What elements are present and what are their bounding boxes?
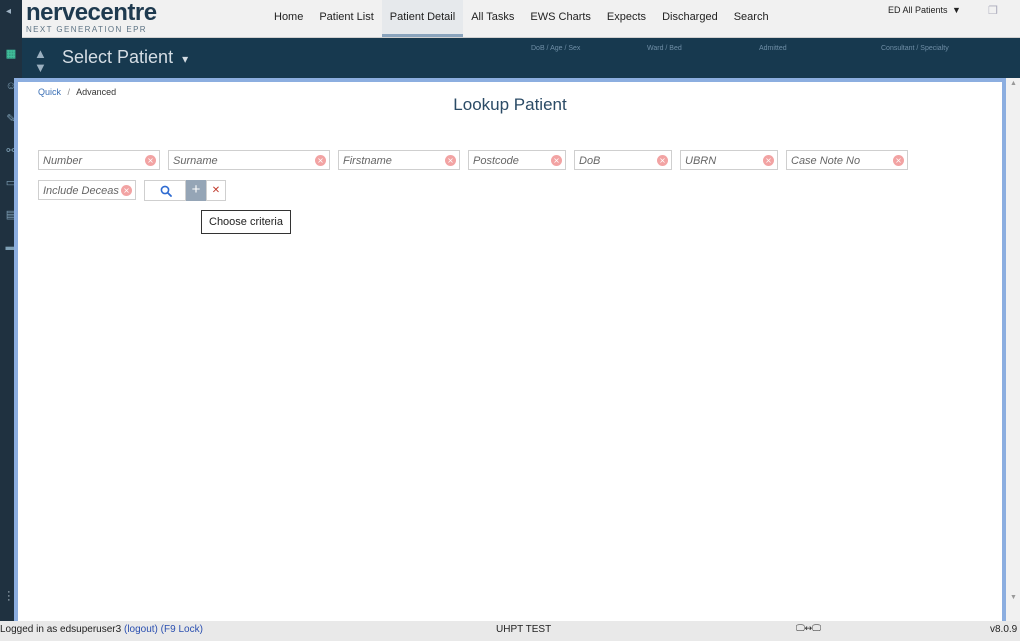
patient-header-bar: ▲ ▼ Select Patient ▾ DoB / Age / Sex Ward… — [22, 38, 1020, 78]
add-criteria-button[interactable]: + — [186, 180, 206, 201]
top-navigation-bar: nervecentre NEXT GENERATION EPR Home Pat… — [22, 0, 1020, 38]
collapse-sidebar-icon[interactable]: ◂ — [6, 6, 11, 17]
chevron-down-icon: ▾ — [182, 52, 189, 66]
nav-expects[interactable]: Expects — [599, 0, 654, 37]
case-note-no-field: × — [786, 150, 908, 170]
clear-include-deceased-icon[interactable]: × — [121, 185, 132, 196]
app-logo: nervecentre NEXT GENERATION EPR — [26, 0, 157, 35]
version-label: v8.0.9 — [990, 624, 1018, 635]
clear-case-note-no-icon[interactable]: × — [893, 155, 904, 166]
surname-input[interactable] — [169, 152, 329, 170]
case-note-no-input[interactable] — [787, 152, 907, 170]
nav-search[interactable]: Search — [726, 0, 777, 37]
firstname-field: × — [338, 150, 460, 170]
login-status: Logged in as edsuperuser3 (logout) (F9 L… — [0, 624, 203, 635]
include-deceased-field: × — [38, 180, 136, 200]
search-button[interactable] — [144, 180, 186, 201]
choose-criteria-tooltip: Choose criteria — [201, 210, 291, 234]
number-input[interactable] — [39, 152, 159, 170]
postcode-field: × — [468, 150, 566, 170]
nav-patient-detail[interactable]: Patient Detail — [381, 0, 464, 37]
dob-field: × — [574, 150, 672, 170]
dual-screen-icon[interactable]: 🖵↔🖵 — [796, 624, 821, 634]
brand-tagline: NEXT GENERATION EPR — [26, 25, 147, 34]
clear-ubrn-icon[interactable]: × — [763, 155, 774, 166]
clear-number-icon[interactable]: × — [145, 155, 156, 166]
surname-field: × — [168, 150, 330, 170]
number-field: × — [38, 150, 160, 170]
nav-patient-list[interactable]: Patient List — [311, 0, 381, 37]
nav-home[interactable]: Home — [266, 0, 311, 37]
select-patient-label: Select Patient — [62, 47, 174, 67]
environment-label: UHPT TEST — [496, 624, 552, 635]
status-footer: Logged in as edsuperuser3 (logout) (F9 L… — [0, 621, 1020, 641]
column-ward-bed: Ward / Bed — [647, 45, 682, 52]
nav-ews-charts[interactable]: EWS Charts — [522, 0, 599, 37]
column-admitted: Admitted — [759, 45, 787, 52]
nav-all-tasks[interactable]: All Tasks — [463, 0, 522, 37]
patient-nav-arrows[interactable]: ▲ ▼ — [34, 47, 47, 75]
vertical-scrollbar[interactable]: ▲ ▼ — [1006, 78, 1020, 621]
column-consultant-specialty: Consultant / Specialty — [881, 45, 949, 52]
lookup-patient-dialog: Quick / Advanced Lookup Patient × × × × … — [14, 78, 1006, 626]
ward-selector[interactable]: ED All Patients ▼ — [888, 5, 961, 15]
ward-view-icon[interactable]: ▦ — [3, 48, 19, 60]
popout-window-icon[interactable]: ❐ — [988, 4, 1000, 17]
nav-discharged[interactable]: Discharged — [654, 0, 726, 37]
ward-selector-label: ED All Patients — [888, 5, 948, 15]
clear-surname-icon[interactable]: × — [315, 155, 326, 166]
firstname-input[interactable] — [339, 152, 459, 170]
main-nav: Home Patient List Patient Detail All Tas… — [266, 0, 777, 37]
scroll-up-icon[interactable]: ▲ — [1010, 80, 1017, 87]
more-options-icon[interactable]: · · · — [7, 587, 11, 606]
clear-firstname-icon[interactable]: × — [445, 155, 456, 166]
scroll-down-icon[interactable]: ▼ — [1010, 594, 1017, 601]
lock-link[interactable]: (F9 Lock) — [161, 624, 203, 635]
select-patient-dropdown[interactable]: Select Patient ▾ — [62, 47, 188, 68]
ubrn-field: × — [680, 150, 778, 170]
search-icon — [160, 185, 172, 197]
clear-postcode-icon[interactable]: × — [551, 155, 562, 166]
logout-link[interactable]: (logout) — [124, 624, 158, 635]
column-dob-age-sex: DoB / Age / Sex — [531, 45, 581, 52]
brand-name: nervecentre — [26, 0, 157, 26]
dialog-title: Lookup Patient — [453, 95, 567, 114]
clear-dob-icon[interactable]: × — [657, 155, 668, 166]
remove-criteria-button[interactable]: ✕ — [206, 180, 226, 201]
ward-dropdown-icon: ▼ — [952, 5, 961, 15]
logged-in-text: Logged in as edsuperuser3 — [0, 624, 122, 635]
